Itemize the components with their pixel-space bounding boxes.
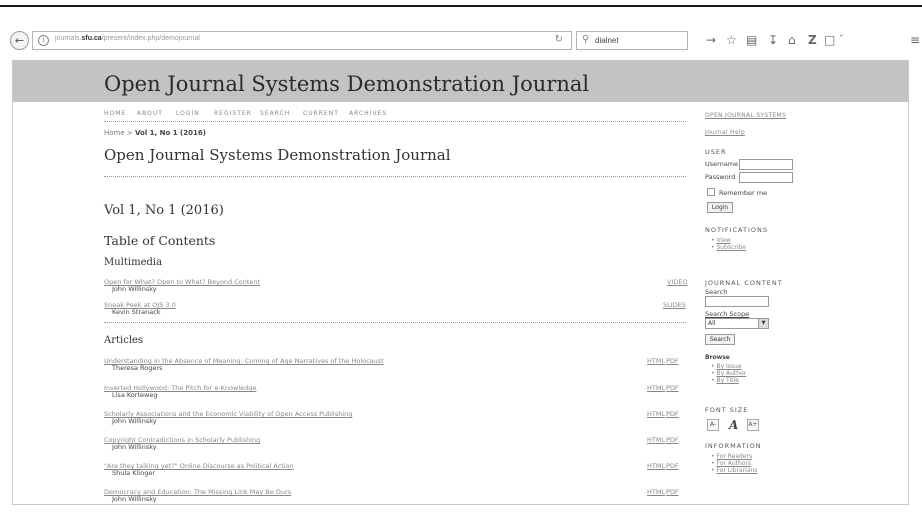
browser-search-text[interactable]: dialnet (595, 36, 619, 45)
forward-arrow-icon[interactable]: → (706, 32, 716, 48)
galley-pdf-link[interactable]: PDF (666, 384, 679, 392)
sidebar: OPEN JOURNAL SYSTEMS Journal Help USER U… (705, 102, 905, 506)
search-icon: ⚲ (582, 34, 590, 45)
home-icon[interactable]: ⌂ (788, 32, 796, 48)
galley-pdf-link[interactable]: PDF (666, 462, 679, 470)
site-banner: Open Journal Systems Demonstration Journ… (13, 61, 908, 102)
article-author: John Willinsky (112, 443, 157, 451)
site-nav: HOME ABOUT LOGIN REGISTER SEARCH CURRENT… (104, 102, 686, 122)
nav-current[interactable]: CURRENT (303, 110, 339, 117)
browse-by-author-link[interactable]: • By Author (711, 370, 746, 377)
breadcrumb-separator: > (124, 129, 135, 137)
browse-by-issue-link[interactable]: • By Issue (711, 363, 742, 370)
browser-toolbar: ← i journals.sfu.ca/present/index.php/de… (0, 28, 922, 52)
font-larger-button[interactable]: A+ (747, 419, 759, 431)
galley-video-link[interactable]: VIDEO (667, 278, 688, 286)
section-heading-multimedia: Multimedia (104, 257, 163, 268)
galley-pdf-link[interactable]: PDF (666, 436, 679, 444)
font-smaller-button[interactable]: A- (707, 419, 719, 431)
section-heading-articles: Articles (104, 335, 144, 346)
search-scope-select[interactable]: All ▼ (705, 318, 769, 329)
search-label: Search (705, 288, 728, 296)
font-size-heading: FONT SIZE (705, 406, 749, 414)
article-author: John Willinsky (112, 495, 157, 503)
chevron-down-icon: ▼ (758, 319, 768, 328)
notifications-view-link[interactable]: • View (711, 237, 731, 244)
top-rule (0, 5, 922, 7)
breadcrumb-current[interactable]: Vol 1, No 1 (2016) (135, 129, 206, 137)
info-authors-link[interactable]: • For Authors (711, 460, 751, 467)
main-content: HOME ABOUT LOGIN REGISTER SEARCH CURRENT… (104, 102, 688, 506)
star-icon[interactable]: ☆ (726, 32, 737, 48)
article-author: Lisa Korteweg (112, 391, 158, 399)
toolbar-icons: → ☆ ▤ ↧ ⌂ Z □ ˇ ≡ (696, 31, 922, 50)
journal-heading: Open Journal Systems Demonstration Journ… (104, 146, 451, 164)
journal-search-button[interactable]: Search (705, 334, 735, 345)
download-icon[interactable]: ↧ (768, 32, 778, 48)
browse-label: Browse (705, 354, 730, 361)
nav-search[interactable]: SEARCH (260, 110, 290, 117)
galley-html-link[interactable]: HTML (647, 357, 665, 365)
zotero-icon[interactable]: Z (808, 32, 817, 48)
toc-heading: Table of Contents (104, 233, 216, 248)
article-author: Theresa Rogers (112, 364, 163, 372)
search-scope-label: Search Scope (705, 310, 750, 318)
notifications-heading: NOTIFICATIONS (705, 226, 768, 234)
nav-register[interactable]: REGISTER (214, 110, 252, 117)
reload-icon[interactable]: ↻ (555, 34, 563, 45)
login-button[interactable]: Login (707, 202, 733, 213)
menu-icon[interactable]: ≡ (910, 32, 920, 48)
breadcrumb: Home > Vol 1, No 1 (2016) (104, 129, 206, 137)
galley-html-link[interactable]: HTML (647, 436, 665, 444)
banner-title: Open Journal Systems Demonstration Journ… (104, 72, 590, 96)
reading-list-icon[interactable]: ▤ (746, 32, 757, 48)
journal-content-heading: JOURNAL CONTENT (705, 279, 783, 287)
info-librarians-link[interactable]: • For Librarians (711, 467, 757, 474)
article-author: Kevin Stranack (112, 308, 161, 316)
password-label: Password (705, 173, 736, 181)
galley-html-link[interactable]: HTML (647, 488, 665, 496)
url-text[interactable]: journals.sfu.ca/present/index.php/demojo… (55, 35, 200, 42)
nav-about[interactable]: ABOUT (137, 110, 163, 117)
notifications-subscribe-link[interactable]: • Subscribe (711, 244, 746, 251)
nav-archives[interactable]: ARCHIVES (349, 110, 387, 117)
user-heading: USER (705, 148, 727, 156)
galley-pdf-link[interactable]: PDF (666, 410, 679, 418)
remember-me-label: Remember me (719, 189, 768, 197)
article-author: Shula Klinger (112, 469, 156, 477)
galley-html-link[interactable]: HTML (647, 410, 665, 418)
nav-login[interactable]: LOGIN (176, 110, 200, 117)
article-author: John Willinsky (112, 417, 157, 425)
font-default-button[interactable]: A (729, 418, 738, 432)
divider (104, 322, 686, 323)
back-arrow-icon[interactable]: ← (10, 31, 29, 50)
galley-pdf-link[interactable]: PDF (666, 488, 679, 496)
pocket-icon[interactable]: □ (824, 32, 835, 48)
nav-home[interactable]: HOME (104, 110, 126, 117)
browse-by-title-link[interactable]: • By Title (711, 377, 739, 384)
divider (104, 176, 686, 177)
password-field[interactable] (739, 172, 793, 183)
info-readers-link[interactable]: • For Readers (711, 453, 752, 460)
article-author: John Willinsky (112, 285, 157, 293)
issue-heading: Vol 1, No 1 (2016) (104, 203, 224, 218)
remember-me-checkbox[interactable] (707, 188, 715, 196)
username-label: Username (705, 160, 739, 168)
address-bar[interactable]: i journals.sfu.ca/present/index.php/demo… (32, 31, 572, 50)
information-heading: INFORMATION (705, 442, 762, 450)
galley-html-link[interactable]: HTML (647, 384, 665, 392)
journal-help-link[interactable]: Journal Help (705, 129, 745, 136)
journal-search-input[interactable] (705, 296, 769, 307)
galley-slides-link[interactable]: SLIDES (663, 301, 686, 309)
page-viewport: Open Journal Systems Demonstration Journ… (12, 60, 909, 505)
browser-search-bar[interactable]: ⚲ dialnet (576, 31, 688, 50)
chevron-down-icon[interactable]: ˇ (839, 32, 844, 48)
ojs-link[interactable]: OPEN JOURNAL SYSTEMS (705, 112, 786, 119)
info-icon[interactable]: i (38, 35, 49, 46)
galley-pdf-link[interactable]: PDF (666, 357, 679, 365)
galley-html-link[interactable]: HTML (647, 462, 665, 470)
username-field[interactable] (739, 159, 793, 170)
breadcrumb-home[interactable]: Home (104, 129, 125, 137)
